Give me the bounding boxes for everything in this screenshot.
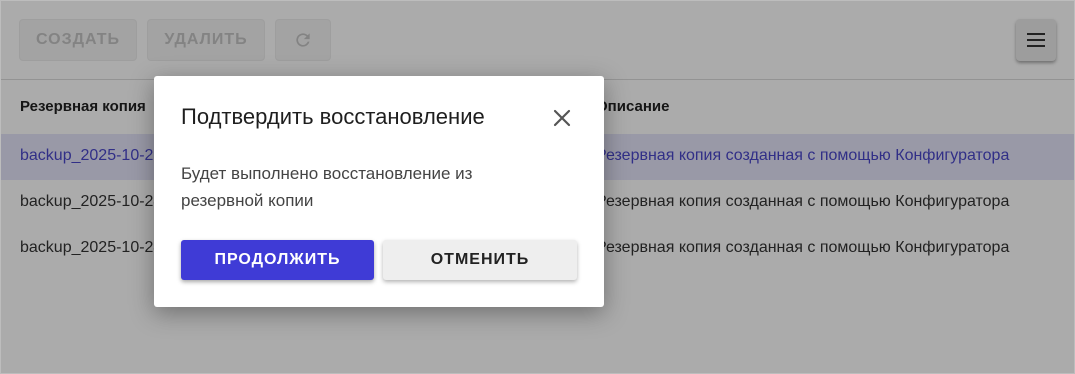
dialog-message: Будет выполнено восстановление из резерв…: [181, 164, 473, 210]
close-button[interactable]: [550, 106, 574, 130]
backup-page: СОЗДАТЬ УДАЛИТЬ Резервная копия Описание…: [0, 0, 1075, 374]
dialog-title: Подтвердить восстановление: [181, 104, 485, 129]
confirm-restore-dialog: Подтвердить восстановление Будет выполне…: [154, 76, 604, 307]
continue-button[interactable]: ПРОДОЛЖИТЬ: [181, 240, 374, 280]
close-icon: [553, 109, 571, 127]
cancel-button[interactable]: ОТМЕНИТЬ: [383, 240, 577, 280]
